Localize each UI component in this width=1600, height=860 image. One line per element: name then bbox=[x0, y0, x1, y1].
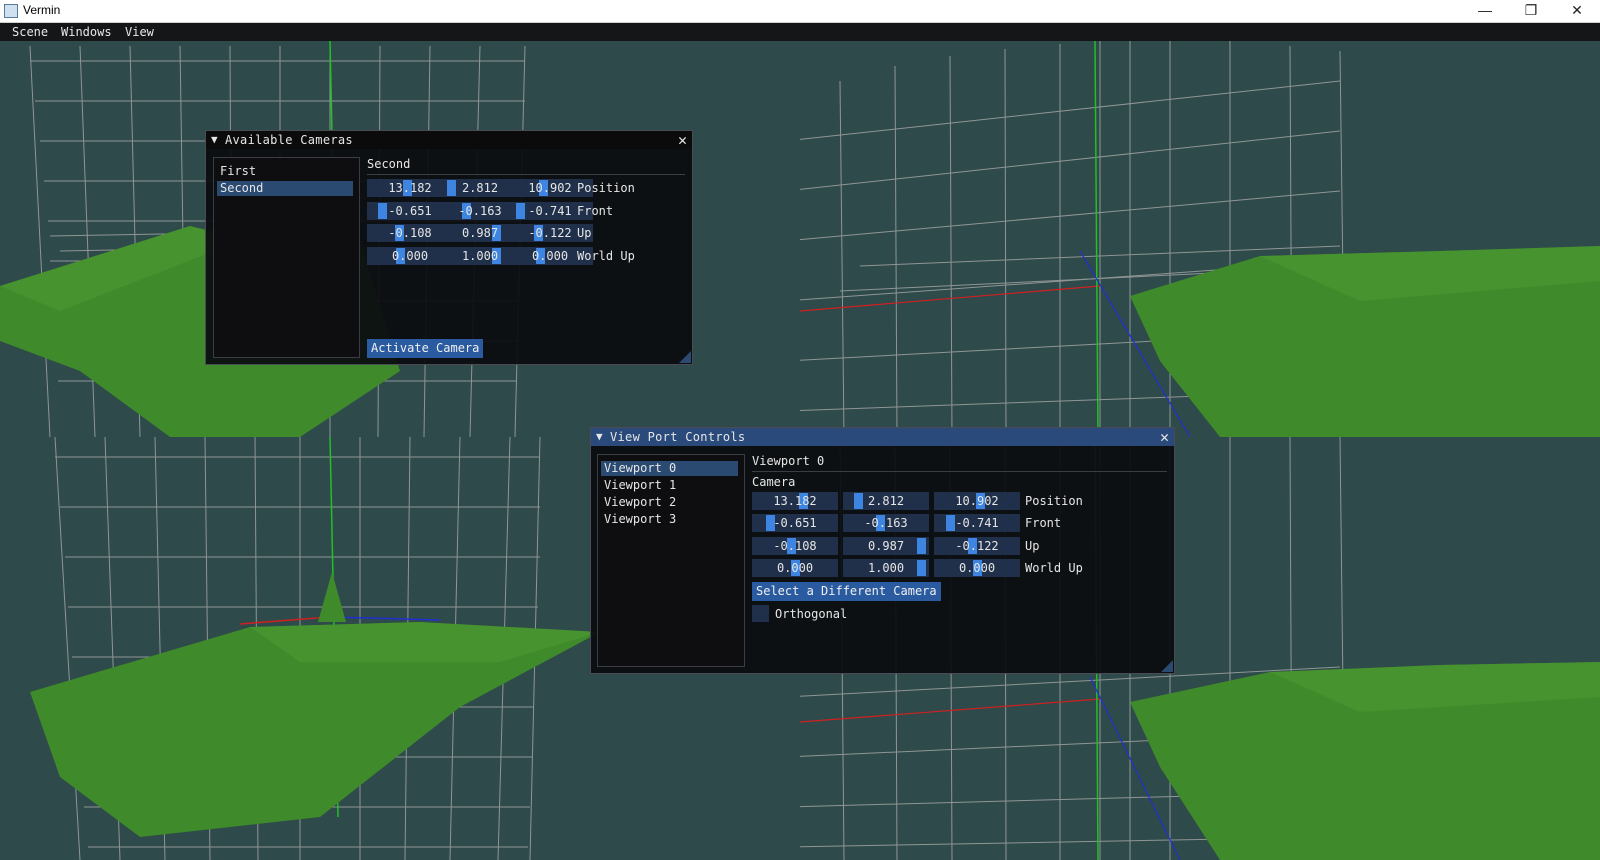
viewport-list: Viewport 0 Viewport 1 Viewport 2 Viewpor… bbox=[597, 454, 745, 667]
vp-world-up-label: World Up bbox=[1025, 561, 1083, 575]
divider bbox=[752, 471, 1167, 472]
camera-heading: Second bbox=[367, 157, 411, 171]
viewport-heading: Viewport 0 bbox=[752, 454, 825, 468]
vp-world-up-y-field[interactable]: 1.000 bbox=[843, 559, 929, 577]
cameras-panel-header[interactable]: ▼ Available Cameras ✕ bbox=[206, 131, 692, 149]
minimize-button[interactable]: — bbox=[1462, 0, 1508, 22]
camera-item-second[interactable]: Second bbox=[217, 181, 353, 196]
resize-grip[interactable] bbox=[679, 351, 691, 363]
window-title: Vermin bbox=[23, 3, 61, 17]
close-icon[interactable]: ✕ bbox=[678, 131, 687, 149]
vp-up-y-field[interactable]: 0.987 bbox=[843, 537, 929, 555]
menu-view[interactable]: View bbox=[125, 25, 154, 39]
vp-world-up-x-field[interactable]: 0.000 bbox=[752, 559, 838, 577]
cameras-panel-title: Available Cameras bbox=[225, 133, 353, 147]
vp-front-z-field[interactable]: -0.741 bbox=[934, 514, 1020, 532]
vp-world-up-z-field[interactable]: 0.000 bbox=[934, 559, 1020, 577]
front-label: Front bbox=[577, 204, 614, 218]
vp-position-x-field[interactable]: 13.182 bbox=[752, 492, 838, 510]
collapse-arrow-icon[interactable]: ▼ bbox=[211, 133, 218, 146]
viewport-item-2[interactable]: Viewport 2 bbox=[601, 495, 738, 510]
viewport-top-right[interactable] bbox=[800, 41, 1600, 437]
activate-camera-button[interactable]: Activate Camera bbox=[367, 339, 484, 358]
vp-front-x-field[interactable]: -0.651 bbox=[752, 514, 838, 532]
position-label: Position bbox=[577, 181, 635, 195]
vp-up-z-field[interactable]: -0.122 bbox=[934, 537, 1020, 555]
close-window-button[interactable]: ✕ bbox=[1554, 0, 1600, 22]
vp-front-y-field[interactable]: -0.163 bbox=[843, 514, 929, 532]
app-icon bbox=[4, 4, 18, 18]
available-cameras-panel: ▼ Available Cameras ✕ First Second Secon… bbox=[205, 130, 693, 365]
viewport-item-0[interactable]: Viewport 0 bbox=[601, 461, 738, 476]
resize-grip[interactable] bbox=[1161, 660, 1173, 672]
divider bbox=[367, 174, 685, 175]
world-up-label: World Up bbox=[577, 249, 635, 263]
viewport-controls-panel: ▼ View Port Controls ✕ Viewport 0 Viewpo… bbox=[590, 427, 1175, 674]
vp-position-y-field[interactable]: 2.812 bbox=[843, 492, 929, 510]
orthogonal-checkbox[interactable] bbox=[752, 605, 769, 622]
select-different-camera-button[interactable]: Select a Different Camera bbox=[752, 582, 941, 601]
close-icon[interactable]: ✕ bbox=[1160, 428, 1169, 446]
viewport-panel-title: View Port Controls bbox=[610, 430, 746, 444]
viewport-item-3[interactable]: Viewport 3 bbox=[601, 512, 738, 527]
vp-up-label: Up bbox=[1025, 539, 1040, 553]
window-titlebar: Vermin — ❐ ✕ bbox=[0, 0, 1600, 23]
viewport-panel-header[interactable]: ▼ View Port Controls ✕ bbox=[591, 428, 1174, 446]
vp-front-label: Front bbox=[1025, 516, 1062, 530]
viewport-item-1[interactable]: Viewport 1 bbox=[601, 478, 738, 493]
collapse-arrow-icon[interactable]: ▼ bbox=[596, 430, 603, 443]
up-label: Up bbox=[577, 226, 592, 240]
camera-list: First Second bbox=[213, 157, 360, 358]
vp-position-label: Position bbox=[1025, 494, 1083, 508]
orthogonal-label: Orthogonal bbox=[775, 607, 848, 621]
menu-bar: Scene Windows View bbox=[0, 23, 1600, 41]
camera-section-label: Camera bbox=[752, 475, 796, 489]
camera-item-first[interactable]: First bbox=[217, 164, 353, 179]
vp-position-z-field[interactable]: 10.902 bbox=[934, 492, 1020, 510]
restore-button[interactable]: ❐ bbox=[1508, 0, 1554, 22]
vp-up-x-field[interactable]: -0.108 bbox=[752, 537, 838, 555]
menu-scene[interactable]: Scene bbox=[12, 25, 48, 39]
menu-windows[interactable]: Windows bbox=[61, 25, 112, 39]
